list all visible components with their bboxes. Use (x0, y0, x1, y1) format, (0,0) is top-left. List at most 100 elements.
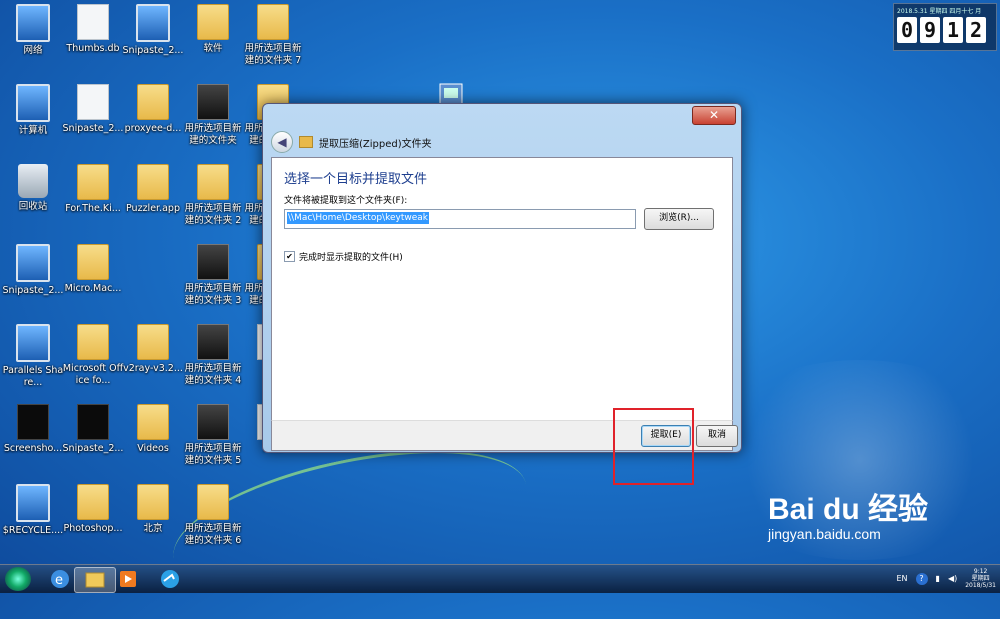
dialog-content: 选择一个目标并提取文件 文件将被提取到这个文件夹(F): \\Mac\Home\… (271, 157, 733, 422)
desktop-icon-label: 用所选项目新建的文件夹 (184, 123, 242, 146)
desktop-icon-label: Puzzler.app (126, 203, 180, 214)
desktop-icon[interactable]: Photoshop... (62, 480, 124, 550)
desktop-icon-label: Micro.Mac... (64, 283, 122, 294)
screen-icon (16, 84, 50, 122)
baidu-watermark: Bai du 经验 jingyan.baidu.com (768, 484, 928, 542)
tray-date: 2018/5/31 (965, 582, 996, 589)
desktop-icon-label: 用所选项目新建的文件夹 2 (184, 203, 242, 226)
screen-icon (16, 244, 50, 282)
cancel-button[interactable]: 取消 (696, 425, 738, 447)
desktop-icon[interactable]: 用所选项目新建的文件夹 (182, 80, 244, 150)
screen-icon (16, 4, 50, 42)
desktop-icon-label: 软件 (203, 43, 223, 54)
desktop-icon[interactable]: Snipaste_2... (122, 0, 184, 70)
desktop-icon[interactable]: 用所选项目新建的文件夹 4 (182, 320, 244, 390)
browse-button[interactable]: 浏览(R)... (644, 208, 714, 230)
desktop-icon[interactable]: Microsoft Office fo... (62, 320, 124, 390)
desktop-icon-label: v2ray-v3.2... (123, 363, 183, 374)
folder-icon (197, 244, 229, 280)
media-player-icon[interactable] (108, 567, 148, 591)
baidu-logo: Bai du 经验 (768, 493, 929, 526)
desktop-icon-label: Snipaste_2... (62, 443, 124, 454)
taskbar: e EN ? ▮ ◀) 9:12 星期四 2018/5/31 (0, 564, 1000, 593)
desktop-icon[interactable]: Snipaste_2... (2, 240, 64, 310)
black-icon (17, 404, 49, 440)
dialog-heading: 选择一个目标并提取文件 (284, 172, 428, 187)
desktop-icon[interactable]: Thumbs.db (62, 0, 124, 70)
folder-icon (137, 404, 169, 440)
path-value: \\Mac\Home\Desktop\keytweak (287, 212, 429, 224)
clock-digit: 2 (966, 17, 986, 43)
folder-icon (257, 4, 289, 40)
network-icon[interactable]: ▮ (936, 574, 940, 583)
volume-icon[interactable]: ◀) (948, 574, 957, 583)
desktop-icon[interactable]: Micro.Mac... (62, 240, 124, 310)
desktop-icon[interactable]: Parallels Share... (2, 320, 64, 390)
desktop-icon[interactable]: Snipaste_2... (62, 400, 124, 470)
desktop-icon[interactable]: 软件 (182, 0, 244, 70)
desktop-icon[interactable]: Videos (122, 400, 184, 470)
desktop-icon[interactable]: 回收站 (2, 160, 64, 230)
back-arrow-icon[interactable]: ◀ (271, 131, 293, 153)
screen-icon (16, 324, 50, 362)
desktop-icon[interactable]: $RECYCLE.... (2, 480, 64, 550)
desktop-icon-label: Snipaste_2... (122, 45, 184, 56)
tray-day: 星期四 (971, 575, 990, 582)
help-icon[interactable]: ? (915, 572, 928, 585)
close-button[interactable]: ✕ (692, 106, 736, 125)
desktop-icon-label: Microsoft Office fo... (62, 363, 124, 386)
desktop-icon-label: proxyee-d... (124, 123, 182, 134)
desktop-icon-label: 计算机 (18, 125, 48, 136)
desktop-icon[interactable]: 网络 (2, 0, 64, 70)
desktop-icon[interactable]: Snipaste_2... (62, 80, 124, 150)
tray-time: 9:12 (973, 568, 988, 575)
folder-icon (77, 244, 109, 280)
desktop-icon-label: 用所选项目新建的文件夹 6 (184, 523, 242, 546)
start-button[interactable] (5, 567, 31, 591)
desktop-icon[interactable]: 用所选项目新建的文件夹 2 (182, 160, 244, 230)
folder-icon (197, 84, 229, 120)
language-indicator[interactable]: EN (897, 574, 908, 583)
desktop-icon[interactable]: 用所选项目新建的文件夹 6 (182, 480, 244, 550)
folder-icon (197, 4, 229, 40)
desktop-icon-label: 用所选项目新建的文件夹 4 (184, 363, 242, 386)
tray-clock[interactable]: 9:12 星期四 2018/5/31 (965, 568, 996, 589)
clock-digit: 1 (943, 17, 963, 43)
svg-text:e: e (55, 573, 63, 588)
folder-icon (137, 324, 169, 360)
show-files-checkbox-row[interactable]: ✔ 完成时显示提取的文件(H) (284, 250, 403, 263)
desktop-icon[interactable]: v2ray-v3.2... (122, 320, 184, 390)
desktop-icon[interactable]: 计算机 (2, 80, 64, 150)
path-label: 文件将被提取到这个文件夹(F): (284, 196, 408, 206)
desktop-icon-label: Photoshop... (63, 523, 123, 534)
clock-gadget[interactable]: 2018.5.31 星期四 四月十七 月 0 9 1 2 (893, 3, 997, 51)
desktop-icon-label: Snipaste_2... (62, 123, 124, 134)
desktop-icon-label: Thumbs.db (66, 43, 120, 54)
desktop-icon-label: Videos (137, 443, 169, 454)
folder-icon (197, 164, 229, 200)
desktop-icon[interactable]: 用所选项目新建的文件夹 3 (182, 240, 244, 310)
desktop-icon-label: Snipaste_2... (2, 285, 64, 296)
desktop-icon[interactable]: 用所选项目新建的文件夹 7 (242, 0, 304, 70)
checkbox-label: 完成时显示提取的文件(H) (299, 253, 403, 263)
clock-digit: 9 (920, 17, 940, 43)
extract-zip-dialog: ✕ ◀ 提取压缩(Zipped)文件夹 选择一个目标并提取文件 文件将被提取到这… (262, 103, 742, 453)
desktop-icon[interactable]: proxyee-d... (122, 80, 184, 150)
red-highlight-box (613, 408, 694, 485)
desktop-icon[interactable]: Screensho... (2, 400, 64, 470)
desktop-icon[interactable]: 北京 (122, 480, 184, 550)
screen-icon (136, 4, 170, 42)
desktop-icon[interactable]: 用所选项目新建的文件夹 5 (182, 400, 244, 470)
desktop-icon[interactable]: For.The.Ki... (62, 160, 124, 230)
folder-icon (197, 324, 229, 360)
folder-icon (197, 404, 229, 440)
desktop-icon-label: $RECYCLE.... (2, 525, 64, 536)
desktop-icon[interactable]: Puzzler.app (122, 160, 184, 230)
show-files-checkbox[interactable]: ✔ (284, 251, 295, 262)
folder-icon (137, 484, 169, 520)
destination-path-input[interactable]: \\Mac\Home\Desktop\keytweak (284, 209, 636, 229)
desktop-icon-label: 用所选项目新建的文件夹 5 (184, 443, 242, 466)
folder-icon (77, 324, 109, 360)
app-icon[interactable] (150, 567, 190, 591)
folder-icon (137, 164, 169, 200)
